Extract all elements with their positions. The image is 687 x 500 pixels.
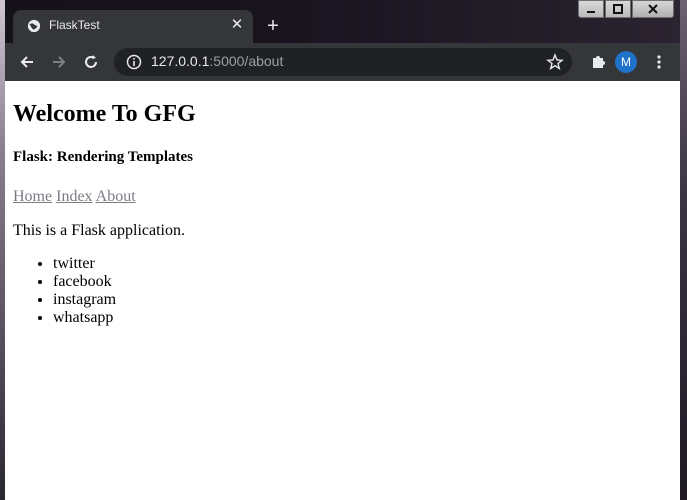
tab-strip: FlaskTest ✕ + — [5, 0, 680, 43]
tab-flasktest[interactable]: FlaskTest ✕ — [13, 10, 253, 43]
list-item: facebook — [53, 273, 672, 291]
kebab-menu-icon[interactable] — [648, 51, 670, 73]
puzzle-icon[interactable] — [587, 51, 609, 73]
list-item: instagram — [53, 291, 672, 309]
close-tab-button[interactable]: ✕ — [229, 17, 245, 33]
profile-avatar[interactable]: M — [615, 51, 637, 73]
social-list: twitter facebook instagram whatsapp — [13, 255, 672, 327]
page-content: Welcome To GFG Flask: Rendering Template… — [5, 81, 680, 500]
url-text: 127.0.0.1:5000/about — [151, 53, 283, 69]
browser-toolbar: 127.0.0.1:5000/about M — [5, 43, 680, 81]
new-tab-button[interactable]: + — [263, 16, 283, 36]
info-icon[interactable] — [126, 54, 142, 70]
browser-window: FlaskTest ✕ + 127.0.0.1:5000/about M Wel… — [5, 0, 680, 500]
tab-title: FlaskTest — [49, 18, 100, 32]
desktop-background-right — [680, 0, 687, 500]
close-window-icon[interactable] — [632, 0, 674, 18]
url-path: :5000/about — [209, 53, 284, 69]
list-item: twitter — [53, 255, 672, 273]
nav-links: Home Index About — [13, 187, 672, 207]
list-item: whatsapp — [53, 309, 672, 327]
minimize-icon[interactable] — [578, 0, 604, 18]
globe-icon — [27, 19, 41, 33]
back-arrow-icon[interactable] — [16, 51, 38, 73]
reload-icon[interactable] — [80, 51, 102, 73]
maximize-icon[interactable] — [605, 0, 631, 18]
address-bar[interactable]: 127.0.0.1:5000/about — [114, 48, 572, 76]
nav-link-index[interactable]: Index — [56, 188, 92, 205]
nav-link-about[interactable]: About — [96, 188, 136, 205]
forward-arrow-icon[interactable] — [48, 51, 70, 73]
page-heading: Welcome To GFG — [13, 101, 196, 127]
page-subheading: Flask: Rendering Templates — [13, 149, 194, 165]
star-icon[interactable] — [546, 53, 564, 71]
url-host: 127.0.0.1 — [151, 53, 210, 69]
intro-paragraph: This is a Flask application. — [13, 222, 185, 239]
nav-link-home[interactable]: Home — [13, 188, 52, 205]
